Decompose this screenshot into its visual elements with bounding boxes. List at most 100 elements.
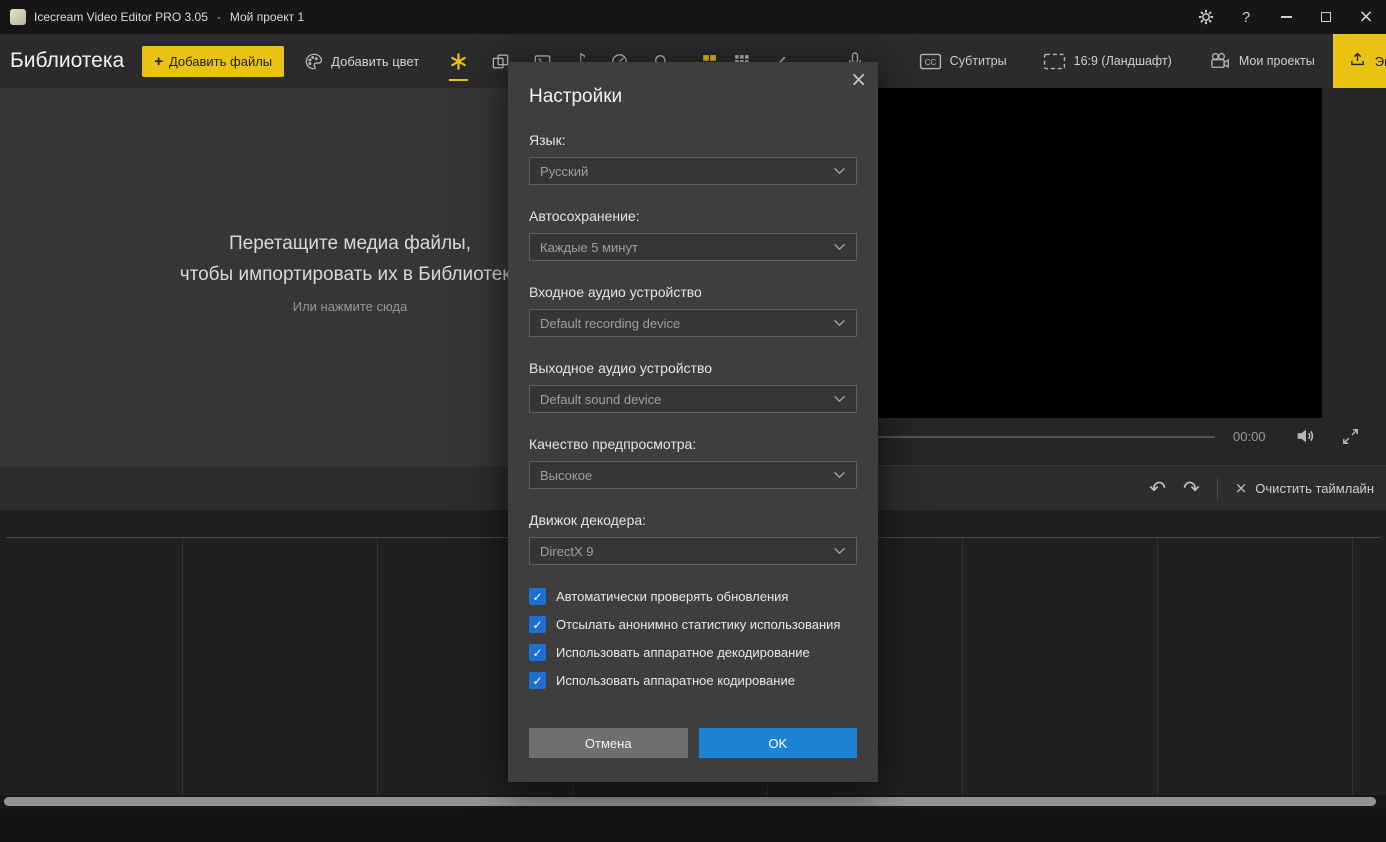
timeline-gridline: [182, 538, 183, 795]
checkbox-row: ✓ Использовать аппаратное кодирование: [529, 672, 857, 689]
playback-time: 00:00: [1233, 429, 1266, 444]
field-label: Входное аудио устройство: [529, 284, 702, 300]
clear-timeline-label: Очистить таймлайн: [1255, 481, 1374, 496]
dropdown-select[interactable]: Каждые 5 минут: [529, 233, 857, 261]
subtitles-label: Субтитры: [949, 54, 1007, 68]
clear-x-icon: ×: [1234, 479, 1248, 497]
checkbox-row: ✓ Использовать аппаратное декодирование: [529, 644, 857, 661]
add-files-label: Добавить файлы: [168, 53, 273, 69]
movie-camera-icon: [1208, 51, 1231, 71]
timeline-gridline: [1352, 538, 1353, 795]
chevron-down-icon: [834, 395, 845, 403]
undo-button[interactable]: ↶: [1149, 478, 1166, 499]
plus-icon: +: [154, 52, 163, 70]
settings-checkboxes: ✓ Автоматически проверять обновления ✓ О…: [529, 588, 857, 689]
checkbox[interactable]: ✓: [529, 672, 546, 689]
fullscreen-icon: [1343, 429, 1358, 444]
add-files-button[interactable]: + Добавить файлы: [142, 45, 285, 77]
close-icon: ×: [1358, 6, 1374, 27]
settings-field: Входное аудио устройство Default recordi…: [529, 284, 857, 337]
settings-field: Автосохранение: Каждые 5 минут: [529, 208, 857, 261]
bottom-strip: [0, 809, 1386, 842]
add-color-button[interactable]: Добавить цвет: [304, 52, 419, 71]
dropdown-value: Default sound device: [540, 391, 662, 407]
gear-icon: [1197, 8, 1215, 26]
dropdown-select[interactable]: Default recording device: [529, 309, 857, 337]
dropdown-select[interactable]: Default sound device: [529, 385, 857, 413]
horizontal-scrollbar[interactable]: [0, 795, 1386, 809]
volume-button[interactable]: [1294, 425, 1316, 452]
minimize-button[interactable]: [1266, 0, 1306, 34]
checkbox[interactable]: ✓: [529, 616, 546, 633]
field-label: Автосохранение:: [529, 208, 640, 224]
checkbox-row: ✓ Автоматически проверять обновления: [529, 588, 857, 605]
titlebar: Icecream Video Editor PRO 3.05 - Мой про…: [0, 0, 1386, 34]
settings-gear-button[interactable]: [1186, 0, 1226, 34]
aspect-ratio-button[interactable]: 16:9 (Ландшафт): [1043, 53, 1172, 70]
clear-timeline-button[interactable]: × Очистить таймлайн: [1234, 479, 1374, 497]
chevron-down-icon: [834, 243, 845, 251]
cc-icon: CC: [919, 53, 942, 70]
checkbox-label: Автоматически проверять обновления: [556, 589, 789, 604]
svg-text:CC: CC: [924, 57, 936, 66]
title-separator: -: [216, 10, 221, 24]
toolbar-separator: [1216, 477, 1218, 500]
field-label: Движок декодера:: [529, 512, 647, 528]
project-name: Мой проект 1: [229, 10, 305, 24]
redo-button[interactable]: ↷: [1183, 478, 1200, 499]
timeline-gridline: [1157, 538, 1158, 795]
minimize-icon: [1280, 16, 1292, 18]
settings-fields: Язык: Русский Автосохранение: Каждые 5 м…: [529, 132, 857, 565]
settings-dialog: × Настройки Язык: Русский Автосохранение…: [508, 62, 878, 782]
fullscreen-button[interactable]: [1341, 427, 1360, 451]
palette-icon: [304, 52, 323, 71]
dialog-footer: Отмена OK: [529, 728, 857, 758]
settings-field: Выходное аудио устройство Default sound …: [529, 360, 857, 413]
dialog-title: Настройки: [529, 86, 623, 107]
dropdown-value: Каждые 5 минут: [540, 239, 638, 255]
maximize-button[interactable]: [1306, 0, 1346, 34]
tab-effects[interactable]: [449, 52, 469, 81]
checkbox-label: Использовать аппаратное кодирование: [556, 673, 795, 688]
ok-button[interactable]: OK: [698, 728, 857, 758]
checkbox-row: ✓ Отсылать анонимно статистику использов…: [529, 616, 857, 633]
undo-icon: ↶: [1149, 478, 1166, 500]
checkbox[interactable]: ✓: [529, 644, 546, 661]
chevron-down-icon: [834, 167, 845, 175]
app-window: Icecream Video Editor PRO 3.05 - Мой про…: [0, 0, 1386, 842]
maximize-icon: [1321, 12, 1331, 22]
library-panel-title: Библиотека: [10, 49, 125, 72]
subtitles-button[interactable]: CC Субтитры: [919, 53, 1007, 70]
speaker-icon: [1297, 429, 1314, 443]
dropdown-select[interactable]: DirectX 9: [529, 537, 857, 565]
chevron-down-icon: [834, 319, 845, 327]
checkbox-label: Использовать аппаратное декодирование: [556, 645, 810, 660]
chevron-down-icon: [834, 547, 845, 555]
help-icon: ?: [1241, 8, 1251, 26]
aspect-ratio-label: 16:9 (Ландшафт): [1073, 54, 1172, 68]
cancel-button[interactable]: Отмена: [529, 728, 688, 758]
dialog-close-button[interactable]: ×: [850, 69, 867, 89]
redo-icon: ↷: [1182, 478, 1200, 500]
dropdown-value: Default recording device: [540, 315, 681, 331]
help-button[interactable]: ?: [1226, 0, 1266, 34]
field-label: Качество предпросмотра:: [529, 436, 697, 452]
dropdown-value: Высокое: [540, 467, 593, 483]
dropdown-value: Русский: [540, 163, 589, 179]
active-tab-indicator: [449, 78, 469, 81]
settings-field: Качество предпросмотра: Высокое: [529, 436, 857, 489]
timeline-gridline: [962, 538, 963, 795]
timeline-gridline: [377, 538, 378, 795]
close-window-button[interactable]: ×: [1346, 0, 1386, 34]
field-label: Выходное аудио устройство: [529, 360, 713, 376]
chevron-down-icon: [834, 471, 845, 479]
export-video-button[interactable]: Экспортировать видео: [1332, 34, 1386, 88]
dropdown-select[interactable]: Высокое: [529, 461, 857, 489]
export-icon: [1349, 51, 1366, 71]
my-projects-button[interactable]: Мои проекты: [1208, 51, 1315, 71]
settings-field: Движок декодера: DirectX 9: [529, 512, 857, 565]
dropdown-select[interactable]: Русский: [529, 157, 857, 185]
checkbox[interactable]: ✓: [529, 588, 546, 605]
field-label: Язык:: [529, 132, 566, 148]
scrollbar-handle[interactable]: [4, 797, 1376, 806]
